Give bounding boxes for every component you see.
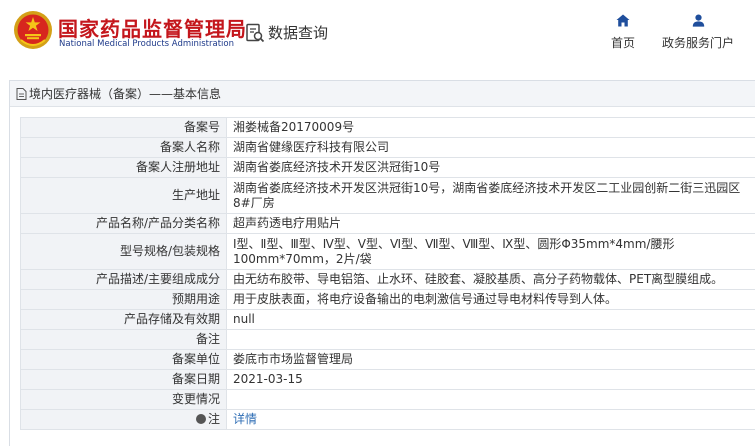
nav-gov-service[interactable]: 政务服务门户 xyxy=(660,14,736,51)
table-row: 备注 xyxy=(20,329,755,350)
site-header: 国家药品监督管理局 National Medical Products Admi… xyxy=(0,0,755,66)
brand-title-en[interactable]: National Medical Products Administration xyxy=(59,39,234,49)
user-icon xyxy=(692,14,704,27)
row-value: Ⅰ型、Ⅱ型、Ⅲ型、Ⅳ型、Ⅴ型、Ⅵ型、Ⅶ型、Ⅷ型、Ⅸ型、圆形Φ35mm*4mm/腰… xyxy=(226,233,755,270)
row-key: 变更情况 xyxy=(20,389,227,410)
row-value: 湖南省健缘医疗科技有限公司 xyxy=(226,137,755,158)
row-value: 湖南省娄底经济技术开发区洪冠街10号 xyxy=(226,157,755,178)
table-row: 变更情况 xyxy=(20,389,755,410)
table-row: 生产地址 湖南省娄底经济技术开发区洪冠街10号，湖南省娄底经济技术开发区二工业园创… xyxy=(20,177,755,214)
row-key: 产品名称/产品分类名称 xyxy=(20,213,227,234)
row-value: 湘娄械备20170009号 xyxy=(226,117,755,138)
national-emblem-icon[interactable] xyxy=(13,10,53,50)
table-row: 备案人名称 湖南省健缘医疗科技有限公司 xyxy=(20,137,755,158)
note-key: 注 xyxy=(207,412,220,426)
table-row: 备案人注册地址 湖南省娄底经济技术开发区洪冠街10号 xyxy=(20,157,755,178)
document-icon xyxy=(16,87,27,100)
note-key-cell: 注 xyxy=(20,409,227,430)
data-query-link[interactable]: 数据查询 xyxy=(268,22,328,43)
table-row: 备案单位 娄底市市场监督管理局 xyxy=(20,349,755,370)
table-row: 型号规格/包装规格 Ⅰ型、Ⅱ型、Ⅲ型、Ⅳ型、Ⅴ型、Ⅵ型、Ⅶ型、Ⅷ型、Ⅸ型、圆形Φ3… xyxy=(20,233,755,270)
nav-home-label: 首页 xyxy=(610,36,635,50)
row-key: 型号规格/包装规格 xyxy=(20,233,227,270)
table-row: 产品描述/主要组成成分 由无纺布胶带、导电铝箔、止水环、硅胶套、凝胶基质、高分子药… xyxy=(20,269,755,290)
table-row: 备案号 湘娄械备20170009号 xyxy=(20,117,755,138)
basic-info-panel: 境内医疗器械（备案）——基本信息 备案号 湘娄械备20170009号 备案人名称湖… xyxy=(9,80,755,446)
row-value xyxy=(226,329,755,350)
row-value: 湖南省娄底经济技术开发区洪冠街10号，湖南省娄底经济技术开发区二工业园创新二街三… xyxy=(226,177,755,214)
details-link[interactable]: 详情 xyxy=(233,412,257,426)
row-key: 生产地址 xyxy=(20,177,227,214)
row-value: 娄底市市场监督管理局 xyxy=(226,349,755,370)
table-row: 产品存储及有效期 null xyxy=(20,309,755,330)
table-row: 注 详情 xyxy=(20,409,755,430)
brand-title-cn[interactable]: 国家药品监督管理局 xyxy=(58,13,247,42)
row-value: 2021-03-15 xyxy=(226,369,755,390)
search-icon[interactable] xyxy=(245,23,265,43)
row-value xyxy=(226,389,755,410)
row-key: 产品描述/主要组成成分 xyxy=(20,269,227,290)
pin-icon xyxy=(195,414,206,424)
panel-title: 境内医疗器械（备案）——基本信息 xyxy=(29,87,222,101)
row-value: 超声药透电疗用贴片 xyxy=(226,213,755,234)
note-value-cell: 详情 xyxy=(226,409,755,430)
row-key: 产品存储及有效期 xyxy=(20,309,227,330)
row-key: 备案人名称 xyxy=(20,137,227,158)
row-key: 备注 xyxy=(20,329,227,350)
home-icon xyxy=(616,14,630,27)
row-value: 用于皮肤表面，将电疗设备输出的电刺激信号通过导电材料传导到人体。 xyxy=(226,289,755,310)
nav-gov-service-label: 政务服务门户 xyxy=(661,36,734,50)
table-row: 备案日期 2021-03-15 xyxy=(20,369,755,390)
nav-home[interactable]: 首页 xyxy=(610,14,636,51)
row-key: 备案日期 xyxy=(20,369,227,390)
row-value: 由无纺布胶带、导电铝箔、止水环、硅胶套、凝胶基质、高分子药物载体、PET离型膜组… xyxy=(226,269,755,290)
row-key: 备案号 xyxy=(20,117,227,138)
table-row: 预期用途 用于皮肤表面，将电疗设备输出的电刺激信号通过导电材料传导到人体。 xyxy=(20,289,755,310)
row-key: 备案单位 xyxy=(20,349,227,370)
row-value: null xyxy=(226,309,755,330)
table-row: 产品名称/产品分类名称 超声药透电疗用贴片 xyxy=(20,213,755,234)
row-key: 备案人注册地址 xyxy=(20,157,227,178)
panel-header: 境内医疗器械（备案）——基本信息 xyxy=(10,81,755,107)
row-key: 预期用途 xyxy=(20,289,227,310)
info-table: 备案号 湘娄械备20170009号 备案人名称 湖南省健缘医疗科技有限公司 备案人注… xyxy=(20,117,755,430)
